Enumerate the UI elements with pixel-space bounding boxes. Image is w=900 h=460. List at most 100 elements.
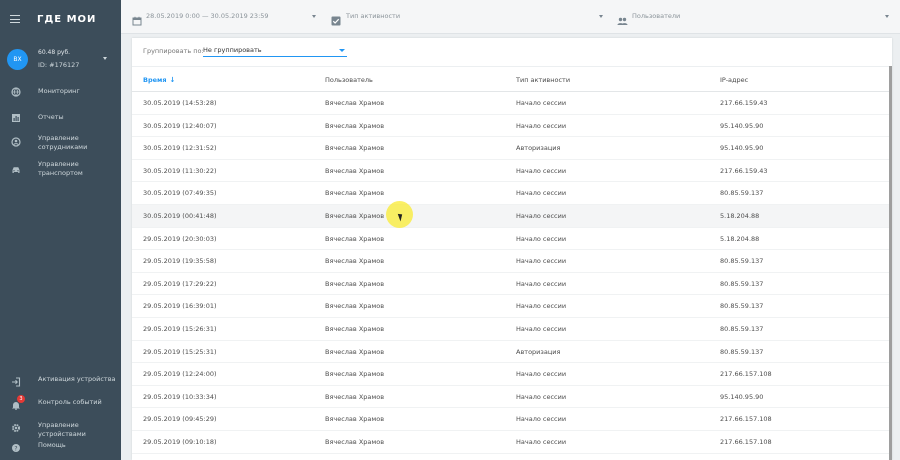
chevron-down-icon xyxy=(339,49,345,52)
cell-time: 30.05.2019 (12:31:52) xyxy=(143,144,217,153)
arrow-down-icon: ↓ xyxy=(169,76,176,84)
cell-time: 30.05.2019 (11:30:22) xyxy=(143,166,217,175)
table-row[interactable]: 29.05.2019 (20:30:03) Вячеслав Храмов Нача… xyxy=(132,228,892,251)
table-row[interactable]: 30.05.2019 (11:30:22) Вячеслав Храмов Нача… xyxy=(132,160,892,183)
column-header-user[interactable]: Пользователь xyxy=(325,76,373,84)
scrollbar[interactable] xyxy=(889,66,892,460)
cell-ip: 5.18.204.88 xyxy=(720,234,760,243)
globe-icon xyxy=(11,87,21,97)
cell-time: 30.05.2019 (00:41:48) xyxy=(143,211,217,220)
app-logo[interactable]: ГДЕ МОИ xyxy=(37,14,96,25)
column-header-activity[interactable]: Тип активности xyxy=(516,76,570,84)
calendar-icon xyxy=(132,11,142,26)
table-row[interactable]: 30.05.2019 (07:49:35) Вячеслав Храмов Нача… xyxy=(132,182,892,205)
groupby-row: Группировать по: Не группировать xyxy=(132,38,892,66)
table-row[interactable]: 30.05.2019 (14:53:28) Вячеслав Храмов Нача… xyxy=(132,92,892,115)
cell-ip: 217.66.157.108 xyxy=(720,415,772,424)
table-row[interactable]: 29.05.2019 (15:26:31) Вячеслав Храмов Нача… xyxy=(132,318,892,341)
sidebar-item-device-activation[interactable]: Активация устройства xyxy=(0,370,121,394)
checkbox-icon[interactable] xyxy=(331,11,341,26)
cell-ip: 80.85.59.137 xyxy=(720,279,764,288)
account-switcher[interactable]: ВХ 60.48 руб. ID: #176127 xyxy=(0,42,121,78)
sidebar-item-monitoring[interactable]: Мониторинг xyxy=(0,80,121,104)
users-icon xyxy=(617,11,628,25)
avatar: ВХ xyxy=(7,49,28,70)
car-icon xyxy=(11,165,21,175)
cell-activity: Начало сессии xyxy=(516,189,567,198)
sidebar-item-event-control[interactable]: 3 Контроль событий xyxy=(0,393,121,417)
cell-activity: Начало сессии xyxy=(516,166,567,175)
filter-bar: 28.05.2019 0:00 — 30.05.2019 23:59 Тип а… xyxy=(121,0,900,34)
sidebar: ГДЕ МОИ ВХ 60.48 руб. ID: #176127 Монито… xyxy=(0,0,121,460)
table-row[interactable]: 30.05.2019 (00:41:48) Вячеслав Храмов Нача… xyxy=(132,204,892,228)
cell-activity: Авторизация xyxy=(516,144,561,153)
cell-user: Вячеслав Храмов xyxy=(325,392,385,401)
cell-user: Вячеслав Храмов xyxy=(325,144,385,153)
table-row[interactable]: 30.05.2019 (12:31:52) Вячеслав Храмов Авто… xyxy=(132,137,892,160)
column-header-time[interactable]: Время ↓ xyxy=(143,76,175,84)
cell-activity: Начало сессии xyxy=(516,99,567,107)
groupby-label: Группировать по: xyxy=(143,47,204,55)
cell-user: Вячеслав Храмов xyxy=(325,324,385,333)
sidebar-item-label: Управление сотрудниками xyxy=(38,134,88,151)
groupby-select[interactable]: Не группировать xyxy=(203,44,347,57)
cell-user: Вячеслав Храмов xyxy=(325,211,385,220)
activity-type-select[interactable]: Тип активности xyxy=(346,12,400,20)
account-balance: 60.48 руб. xyxy=(38,49,71,56)
cell-activity: Начало сессии xyxy=(516,121,567,130)
cell-time: 29.05.2019 (12:24:00) xyxy=(143,370,217,379)
column-header-ip[interactable]: IP-адрес xyxy=(720,76,748,84)
table-row[interactable]: 29.05.2019 (10:33:34) Вячеслав Храмов Нача… xyxy=(132,386,892,409)
login-icon xyxy=(11,377,21,387)
table-row[interactable]: 29.05.2019 (09:45:29) Вячеслав Храмов Нача… xyxy=(132,408,892,431)
table-row[interactable]: 29.05.2019 (16:39:01) Вячеслав Храмов Нача… xyxy=(132,295,892,318)
sidebar-item-reports[interactable]: Отчеты xyxy=(0,106,121,130)
help-icon: ? xyxy=(11,443,21,453)
table-row[interactable]: 29.05.2019 (12:24:00) Вячеслав Храмов Нача… xyxy=(132,363,892,386)
cell-ip: 95.140.95.90 xyxy=(720,144,764,153)
sidebar-item-transport[interactable]: Управление транспортом xyxy=(0,158,121,182)
cell-time: 29.05.2019 (09:10:18) xyxy=(143,437,217,446)
cell-ip: 217.66.157.108 xyxy=(720,370,772,379)
sidebar-item-label: Помощь xyxy=(38,441,66,449)
table-row[interactable]: 29.05.2019 (15:25:31) Вячеслав Храмов Авто… xyxy=(132,341,892,364)
sidebar-item-help[interactable]: ? Помощь xyxy=(0,436,121,460)
cell-ip: 95.140.95.90 xyxy=(720,392,764,401)
chart-icon xyxy=(11,113,21,123)
table-row[interactable]: 29.05.2019 (19:35:58) Вячеслав Храмов Нача… xyxy=(132,250,892,273)
cell-time: 29.05.2019 (16:39:01) xyxy=(143,302,217,311)
sidebar-item-employees[interactable]: Управление сотрудниками xyxy=(0,132,121,156)
table-row[interactable]: 29.05.2019 (09:10:18) Вячеслав Храмов Нача… xyxy=(132,431,892,454)
cell-ip: 80.85.59.137 xyxy=(720,302,764,311)
chevron-down-icon[interactable] xyxy=(885,15,889,18)
cell-activity: Начало сессии xyxy=(516,370,567,379)
cell-ip: 217.66.157.108 xyxy=(720,437,772,446)
cell-time: 29.05.2019 (15:26:31) xyxy=(143,324,217,333)
cell-ip: 80.85.59.137 xyxy=(720,347,764,356)
cell-user: Вячеслав Храмов xyxy=(325,189,385,198)
cell-user: Вячеслав Храмов xyxy=(325,415,385,424)
cell-activity: Начало сессии xyxy=(516,437,567,446)
sidebar-item-label: Активация устройства xyxy=(38,375,116,383)
table-body: 30.05.2019 (14:53:28) Вячеслав Храмов Нача… xyxy=(132,92,892,454)
chevron-down-icon[interactable] xyxy=(103,57,107,60)
cell-ip: 80.85.59.137 xyxy=(720,257,764,266)
cell-activity: Начало сессии xyxy=(516,302,567,311)
cell-activity: Начало сессии xyxy=(516,392,567,401)
cell-ip: 80.85.59.137 xyxy=(720,189,764,198)
scrollbar-thumb[interactable] xyxy=(889,66,892,460)
table-header: Время ↓ Пользователь Тип активности IP-ад… xyxy=(132,66,892,92)
chevron-down-icon[interactable] xyxy=(599,15,603,18)
menu-icon[interactable] xyxy=(10,15,20,23)
cell-time: 30.05.2019 (14:53:28) xyxy=(143,99,217,107)
svg-text:?: ? xyxy=(14,445,17,452)
cell-time: 29.05.2019 (09:45:29) xyxy=(143,415,217,424)
table-row[interactable]: 30.05.2019 (12:40:07) Вячеслав Храмов Нача… xyxy=(132,115,892,138)
date-range-input[interactable]: 28.05.2019 0:00 — 30.05.2019 23:59 xyxy=(146,12,269,20)
chevron-down-icon[interactable] xyxy=(312,15,316,18)
cell-activity: Начало сессии xyxy=(516,234,567,243)
sidebar-item-label: Управление транспортом xyxy=(38,160,83,177)
users-select[interactable]: Пользователи xyxy=(632,12,680,20)
cell-activity: Начало сессии xyxy=(516,415,567,424)
table-row[interactable]: 29.05.2019 (17:29:22) Вячеслав Храмов Нача… xyxy=(132,273,892,296)
